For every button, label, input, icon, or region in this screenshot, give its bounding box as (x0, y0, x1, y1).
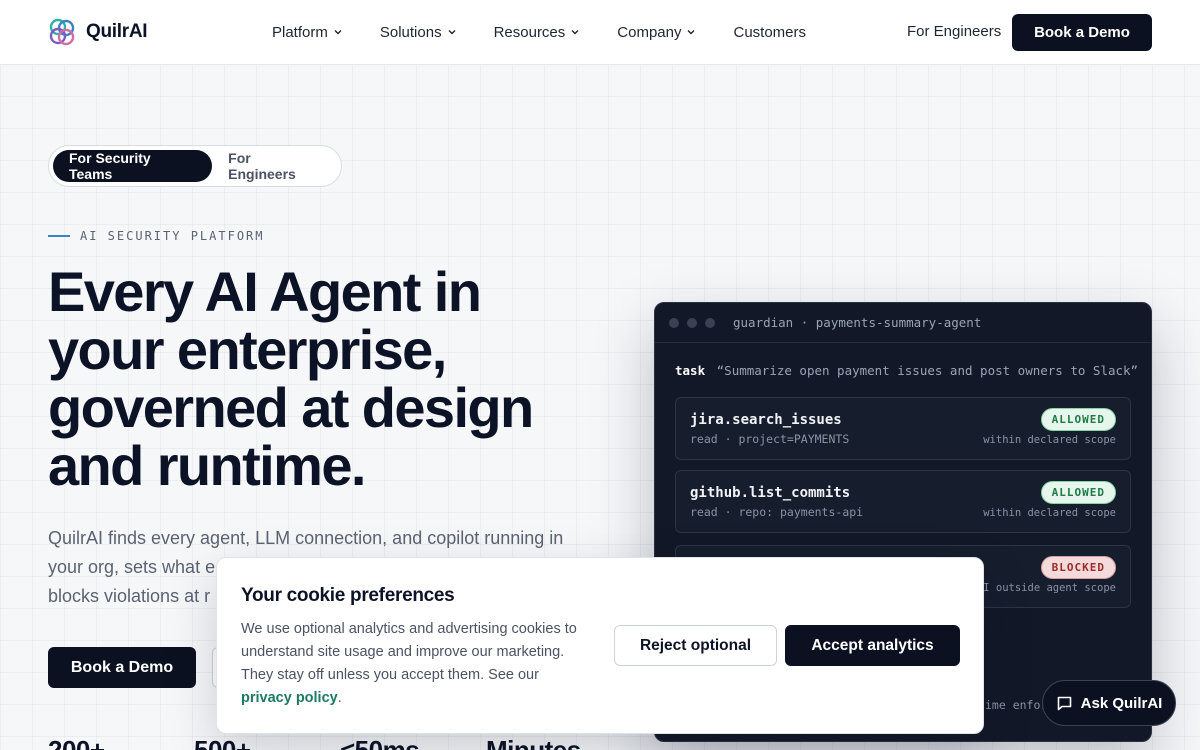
headline-line: and runtime. (48, 434, 366, 497)
hero-headline: Every AI Agent in your enterprise, gover… (48, 263, 628, 495)
stat-value: 500+ (194, 735, 251, 750)
privacy-policy-link[interactable]: privacy policy (241, 690, 338, 706)
nav-item-label: Company (617, 23, 682, 41)
stat-value: 200+ (48, 735, 105, 750)
eyebrow: AI SECURITY PLATFORM (48, 229, 265, 243)
task-line: task “Summarize open payment issues and … (675, 363, 1138, 378)
brand-logo-link[interactable]: QuilrAI (48, 17, 148, 47)
nav-item-label: Customers (733, 23, 807, 41)
hero-book-demo-button[interactable]: Book a Demo (48, 647, 196, 688)
tool-call-note: II outside agent scope (976, 582, 1116, 594)
lede-line: QuilrAI finds every agent, LLM connectio… (48, 528, 564, 548)
nav-item-resources[interactable]: Resources (494, 24, 580, 41)
task-label: task (675, 363, 706, 378)
tool-call-row: github.list_commits read · repo: payment… (675, 470, 1131, 533)
cookie-title: Your cookie preferences (241, 585, 455, 606)
headline-line: Every AI Agent in (48, 260, 482, 323)
chat-bubble-icon (1057, 696, 1071, 710)
quilrai-logo-icon (49, 18, 75, 46)
chevron-down-icon (687, 30, 695, 35)
status-badge: ALLOWED (1040, 408, 1116, 431)
task-text: “Summarize open payment issues and post … (716, 363, 1139, 378)
cookie-body-period: . (337, 690, 342, 706)
chevron-down-icon (571, 30, 579, 35)
tool-call-name: jira.search_issues (690, 412, 842, 428)
nav-item-label: Resources (493, 23, 566, 41)
nav-item-label: Platform (272, 23, 328, 41)
audience-toggle: For Security Teams For Engineers (48, 145, 342, 187)
top-nav: QuilrAI Platform Solutions Resources Com… (0, 0, 1200, 65)
window-dot (705, 317, 715, 328)
terminal-titlebar: guardian · payments-summary-agent (655, 303, 1151, 343)
lede-line: blocks violations at r (48, 586, 211, 606)
accept-analytics-button[interactable]: Accept analytics (785, 625, 960, 666)
headline-line: governed at design (48, 376, 534, 439)
hero-stats: 200+ 500+ <50ms Minutes (48, 735, 581, 750)
status-badge: ALLOWED (1040, 481, 1116, 504)
nav-item-solutions[interactable]: Solutions (380, 24, 456, 41)
tool-call-name: github.list_commits (690, 485, 851, 501)
tool-call-row: jira.search_issues read · project=PAYMEN… (675, 397, 1131, 460)
chevron-down-icon (448, 30, 456, 35)
primary-nav: Platform Solutions Resources Company Cus… (272, 0, 844, 64)
book-demo-button[interactable]: Book a Demo (1012, 14, 1152, 51)
terminal-footer: ime enfor (985, 698, 1048, 712)
cookie-body: We use optional analytics and advertisin… (241, 618, 591, 710)
status-badge: BLOCKED (1040, 556, 1116, 579)
stat-value: Minutes (486, 735, 581, 750)
toggle-engineers[interactable]: For Engineers (212, 150, 337, 182)
cookie-banner: Your cookie preferences We use optional … (216, 557, 984, 734)
stat-value: <50ms (340, 735, 420, 750)
reject-optional-button[interactable]: Reject optional (614, 625, 777, 666)
eyebrow-line (48, 235, 70, 237)
cookie-body-text: We use optional analytics and advertisin… (241, 621, 577, 683)
tool-call-meta: read · repo: payments-api (690, 505, 864, 519)
nav-item-customers[interactable]: Customers (733, 24, 806, 41)
headline-line: your enterprise, (48, 318, 447, 381)
ask-label: Ask QuilrAI (1080, 694, 1163, 712)
ask-quilrai-button[interactable]: Ask QuilrAI (1042, 680, 1176, 726)
window-dot (687, 317, 697, 328)
chevron-down-icon (334, 30, 342, 35)
for-engineers-link[interactable]: For Engineers (907, 23, 1001, 40)
tool-call-note: within declared scope (983, 507, 1116, 519)
nav-item-company[interactable]: Company (617, 24, 695, 41)
terminal-title: guardian · payments-summary-agent (733, 315, 982, 330)
window-dot (669, 317, 679, 328)
lede-line: your org, sets what e (48, 557, 216, 577)
toggle-security-teams[interactable]: For Security Teams (53, 150, 213, 182)
tool-call-note: within declared scope (983, 434, 1116, 446)
tool-call-meta: read · project=PAYMENTS (690, 432, 850, 446)
brand-name: QuilrAI (86, 21, 148, 42)
nav-item-label: Solutions (379, 23, 442, 41)
nav-item-platform[interactable]: Platform (272, 24, 342, 41)
eyebrow-text: AI SECURITY PLATFORM (80, 229, 265, 243)
